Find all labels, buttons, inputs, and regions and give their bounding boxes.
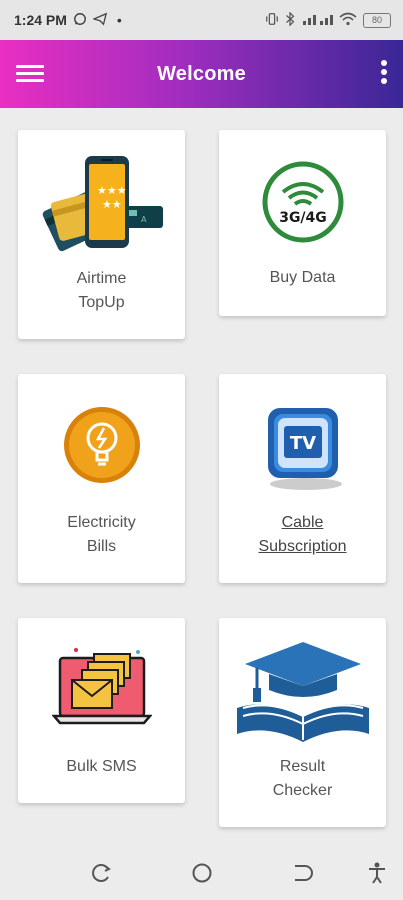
vibrate-icon xyxy=(265,12,279,29)
card-label: Airtime TopUp xyxy=(18,267,185,315)
card-electricity-bills[interactable]: Electricity Bills xyxy=(18,374,185,583)
wifi-icon xyxy=(339,12,357,29)
card-label-line1: Bulk SMS xyxy=(66,758,137,775)
hamburger-menu-icon[interactable] xyxy=(16,62,44,86)
signal-icon xyxy=(301,12,335,29)
accessibility-icon[interactable] xyxy=(364,860,390,886)
card-cable-subscription[interactable]: TV Cable Subscription xyxy=(219,374,386,583)
status-dot: • xyxy=(116,12,122,28)
svg-text:★★: ★★ xyxy=(102,198,122,211)
card-label-line1: Airtime xyxy=(76,270,127,287)
system-nav-bar xyxy=(0,848,403,900)
battery-level: 80 xyxy=(371,15,382,25)
home-icon[interactable] xyxy=(189,860,215,886)
card-label: Result Checker xyxy=(219,755,386,803)
bluetooth-icon xyxy=(283,11,297,29)
card-label-line2: Bills xyxy=(86,538,117,555)
card-airtime-topup[interactable]: $ ★★★ ★★ A Airtime TopUp xyxy=(18,130,185,339)
recent-apps-icon[interactable] xyxy=(88,860,114,886)
card-label-line1: Cable xyxy=(281,514,324,531)
laptop-envelopes-icon xyxy=(18,642,185,742)
card-label: Buy Data xyxy=(219,266,386,290)
card-label-line1: Electricity xyxy=(67,514,136,531)
card-label-line2: Subscription xyxy=(258,538,347,555)
battery-icon: 80 xyxy=(363,12,391,28)
more-vertical-icon[interactable] xyxy=(379,60,389,88)
graduation-cap-book-icon xyxy=(219,638,386,748)
card-label: Bulk SMS xyxy=(18,755,185,779)
svg-text:★★★: ★★★ xyxy=(97,184,127,197)
back-icon[interactable] xyxy=(289,860,315,886)
app-bar: Welcome xyxy=(0,40,403,108)
status-right: 80 xyxy=(265,11,391,29)
status-bar: 1:24 PM • 80 xyxy=(0,0,403,40)
tv-icon: TV xyxy=(219,400,386,496)
card-label-line2: Checker xyxy=(272,782,333,799)
lightbulb-icon xyxy=(18,404,185,494)
page-title: Welcome xyxy=(157,62,246,85)
airtime-phone-cards-icon: $ ★★★ ★★ A xyxy=(18,148,185,268)
status-left: 1:24 PM • xyxy=(14,12,122,29)
wifi-3g-4g-icon: 3G/4G xyxy=(219,160,386,250)
card-label: Cable Subscription xyxy=(219,511,386,559)
card-result-checker[interactable]: Result Checker xyxy=(219,618,386,827)
card-label: Electricity Bills xyxy=(18,511,185,559)
card-label-line2: TopUp xyxy=(78,294,125,311)
whatsapp-icon xyxy=(73,12,87,29)
data-badge-text: 3G/4G xyxy=(279,210,327,226)
svg-text:A: A xyxy=(141,215,147,224)
card-label-line1: Buy Data xyxy=(269,269,336,286)
card-label-line1: Result xyxy=(279,758,326,775)
telegram-icon xyxy=(92,12,107,29)
tv-badge-text: TV xyxy=(289,433,315,454)
status-time: 1:24 PM xyxy=(14,12,67,28)
card-bulk-sms[interactable]: Bulk SMS xyxy=(18,618,185,803)
card-buy-data[interactable]: 3G/4G Buy Data xyxy=(219,130,386,316)
